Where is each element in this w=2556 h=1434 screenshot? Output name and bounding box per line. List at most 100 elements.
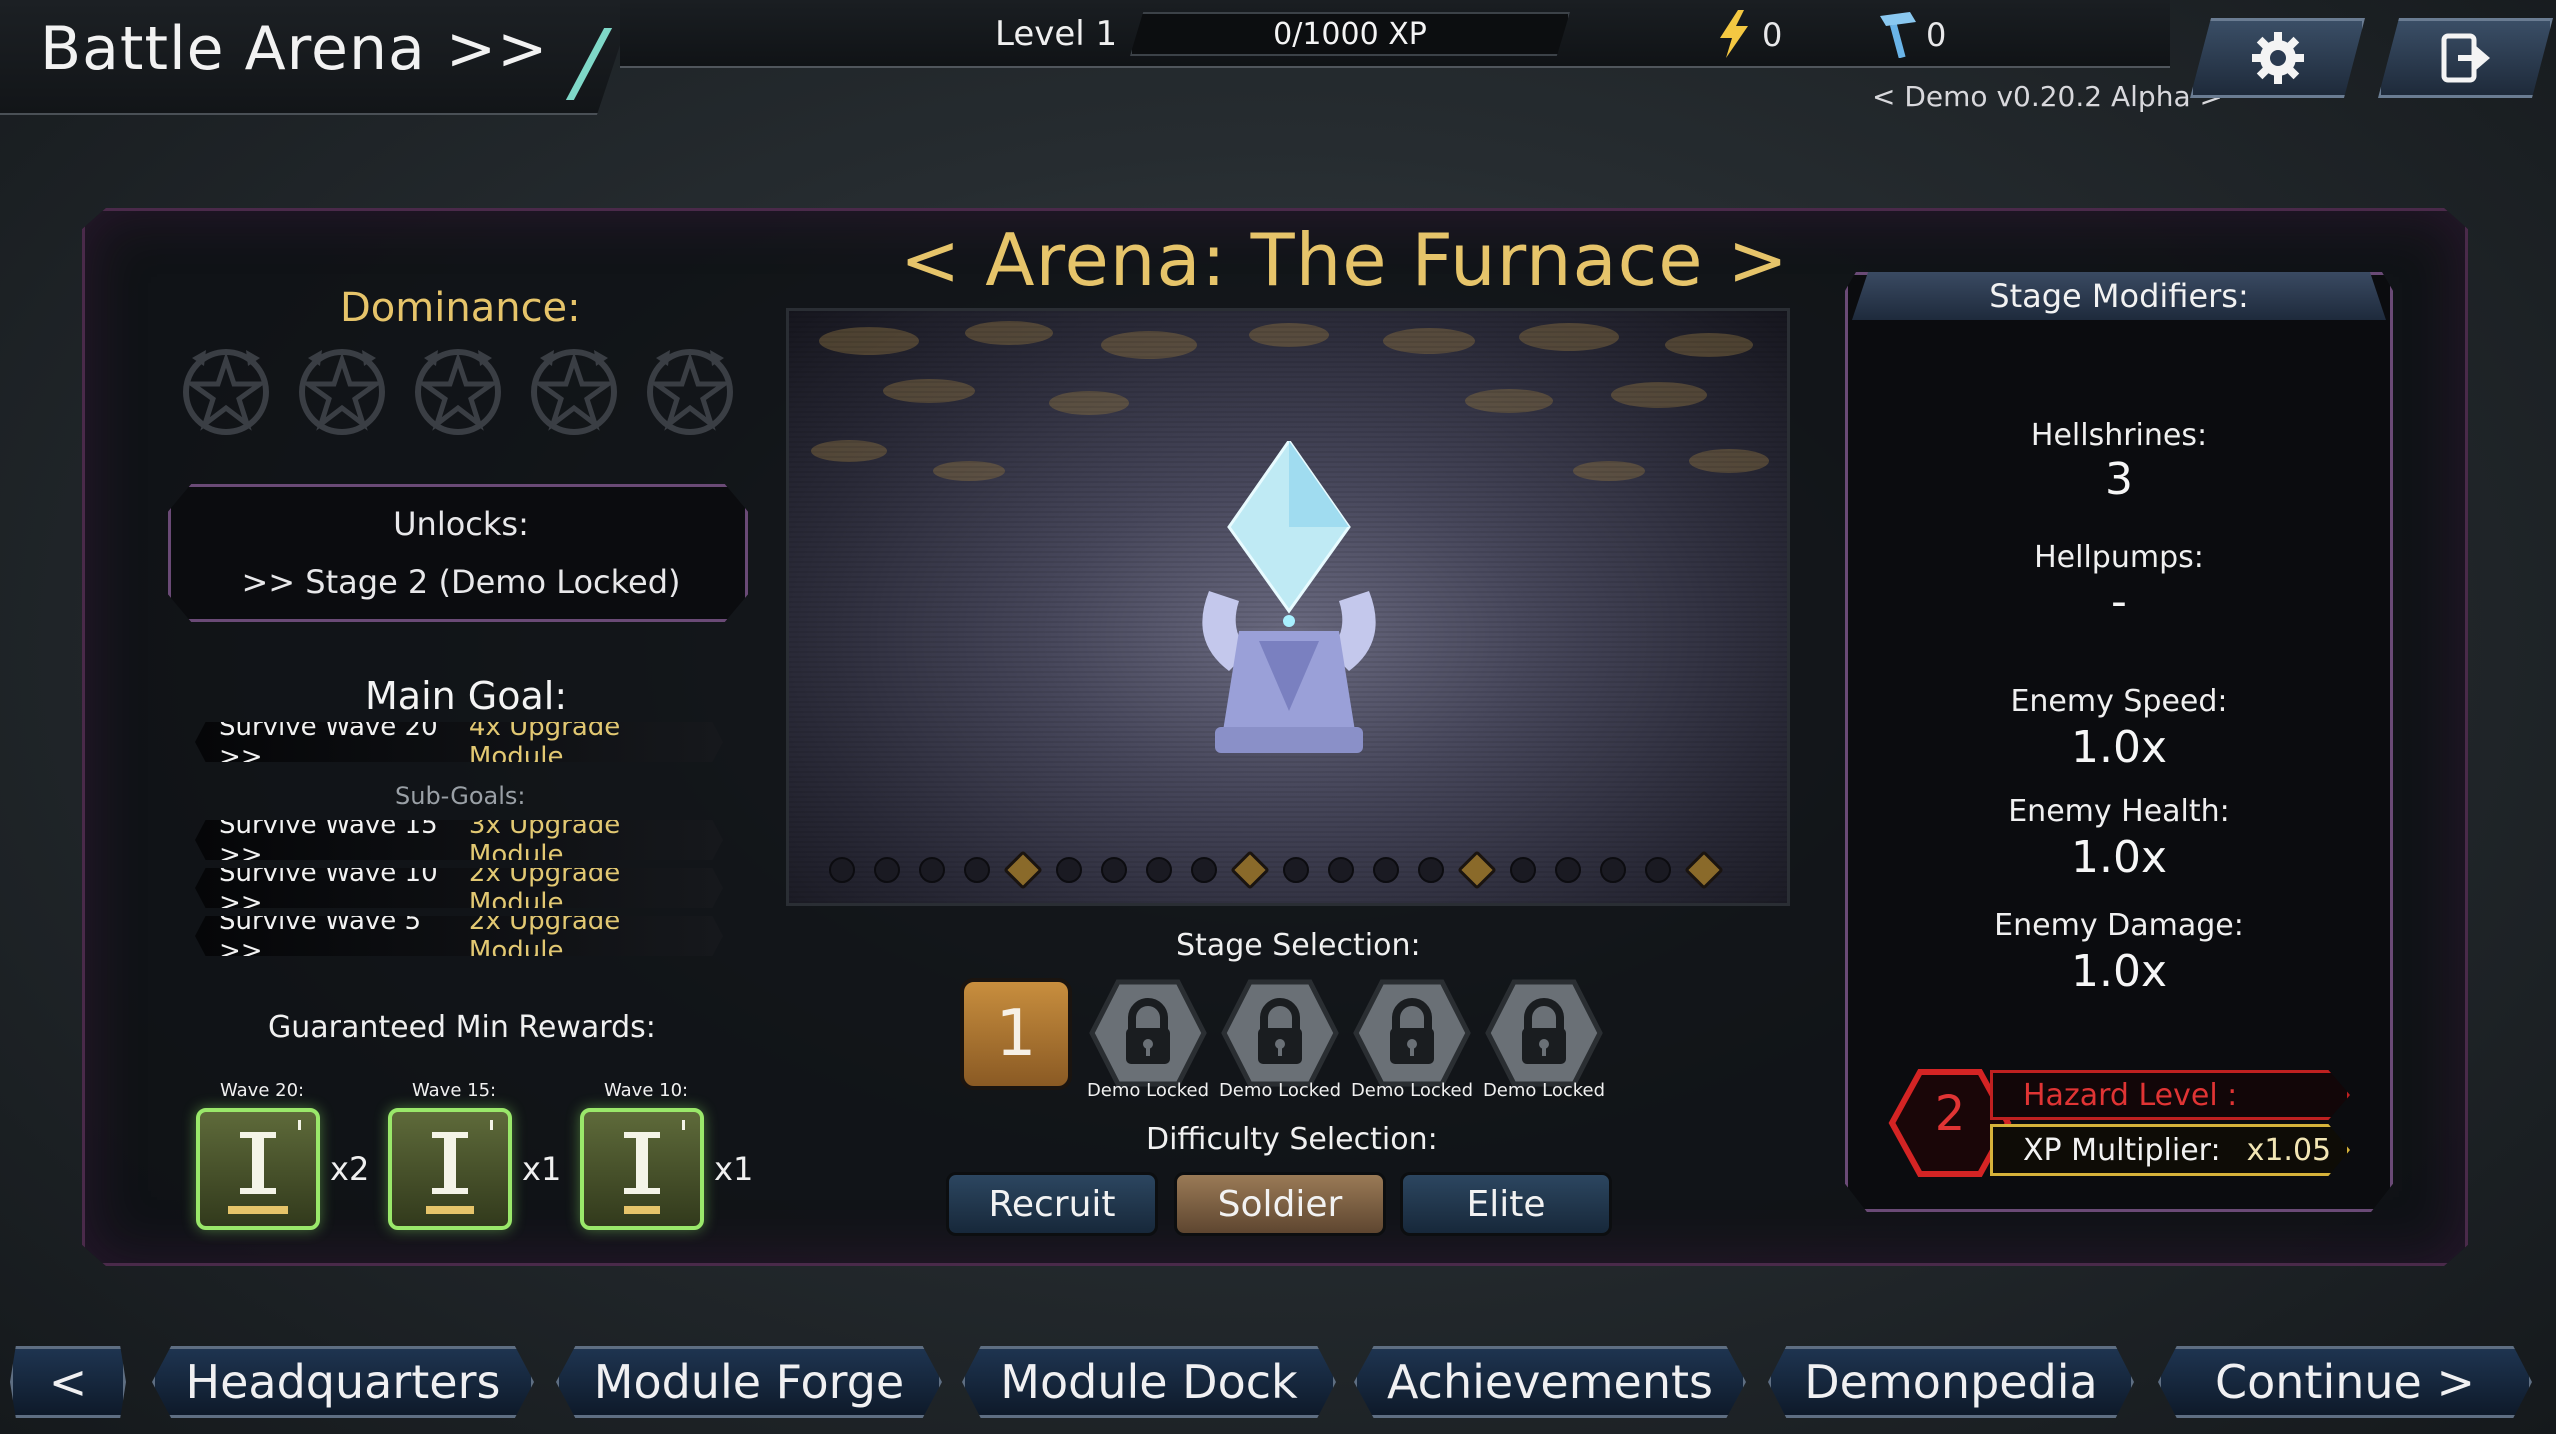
wave-dot: [964, 857, 990, 883]
back-button[interactable]: <: [10, 1346, 126, 1418]
level-label: Level 1: [995, 14, 1118, 54]
main-goal-label: Main Goal:: [365, 674, 568, 718]
wave-dot: [1555, 857, 1581, 883]
exit-button[interactable]: [2378, 18, 2553, 98]
stage-modifiers-title: Stage Modifiers:: [1852, 272, 2386, 320]
wave-dot: [1645, 857, 1671, 883]
nav-module-dock-button[interactable]: Module Dock: [962, 1346, 1336, 1418]
upgrade-module-card[interactable]: [388, 1108, 512, 1230]
enemy-speed-value: 1.0x: [2070, 722, 2167, 773]
difficulty-recruit-button[interactable]: Recruit: [946, 1172, 1158, 1236]
dominance-rating: [178, 342, 738, 438]
wave-milestone-marker: [1230, 850, 1270, 890]
gear-icon: [2251, 32, 2304, 84]
upgrade-module-icon: [426, 1120, 493, 1214]
locked-label: Demo Locked: [1086, 1080, 1210, 1101]
reward-item: Wave 20: x2: [196, 1080, 396, 1230]
wave-dot: [1056, 857, 1082, 883]
arena-preview: [786, 308, 1790, 906]
lightning-icon: [1720, 10, 1748, 58]
reward-item: Wave 15: x1: [388, 1080, 588, 1230]
dominance-star-icon: [183, 349, 269, 435]
dominance-star-icon: [531, 349, 617, 435]
reward-qty: x1: [522, 1150, 562, 1188]
reward-qty: x2: [330, 1150, 370, 1188]
wave-dot: [874, 857, 900, 883]
unlocks-item: >> Stage 2 (Demo Locked): [241, 563, 681, 601]
wave-dot: [1101, 857, 1127, 883]
unlocks-title: Unlocks:: [393, 505, 529, 543]
wave-dot: [829, 857, 855, 883]
nav-module-forge-button[interactable]: Module Forge: [556, 1346, 942, 1418]
unlocks-box: Unlocks: >> Stage 2 (Demo Locked): [168, 484, 748, 622]
wave-dot: [1328, 857, 1354, 883]
wave-dot: [1418, 857, 1444, 883]
exit-icon: [2441, 33, 2490, 83]
dominance-star-icon: [647, 349, 733, 435]
wave-dot: [919, 857, 945, 883]
settings-button[interactable]: [2190, 18, 2365, 98]
difficulty-selection-label: Difficulty Selection:: [1146, 1122, 1438, 1157]
hellshrines-label: Hellshrines:: [2030, 418, 2208, 453]
enemy-speed-label: Enemy Speed:: [2010, 684, 2228, 719]
dominance-star-icon: [415, 349, 501, 435]
reward-wave: Wave 20:: [220, 1080, 305, 1101]
energy-count: 0: [1762, 16, 1783, 54]
stage-locked-button[interactable]: Demo Locked: [1087, 978, 1209, 1118]
wave-dot: [1146, 857, 1172, 883]
upgrade-module-card[interactable]: [580, 1108, 704, 1230]
stage-1-button[interactable]: 1: [960, 978, 1072, 1090]
sub-goals-label: Sub-Goals:: [395, 782, 526, 810]
stage-locked-button[interactable]: Demo Locked: [1351, 978, 1473, 1118]
enemy-damage-value: 1.0x: [2070, 946, 2167, 997]
arena-title: < Arena: The Furnace >: [900, 218, 1789, 302]
xp-multiplier-value: x1.05: [2246, 1132, 2332, 1168]
locked-label: Demo Locked: [1218, 1080, 1342, 1101]
stage-locked-button[interactable]: Demo Locked: [1483, 978, 1605, 1118]
reward-wave: Wave 15:: [412, 1080, 497, 1101]
sub-goal-row: Survive Wave 5 >> 2x Upgrade Module: [195, 916, 723, 956]
nav-achievements-button[interactable]: Achievements: [1354, 1346, 1746, 1418]
stage-selection-label: Stage Selection:: [1176, 928, 1421, 963]
wave-dot: [1510, 857, 1536, 883]
upgrade-module-icon: [228, 1120, 301, 1214]
wave-dot: [1373, 857, 1399, 883]
hammer-count: 0: [1926, 16, 1947, 54]
reward-item: Wave 10: x1: [580, 1080, 780, 1230]
wave-milestone-marker: [1684, 850, 1724, 890]
xp-multiplier-bar: XP Multiplier: x1.05: [1990, 1124, 2350, 1176]
locked-label: Demo Locked: [1482, 1080, 1606, 1101]
reward-qty: x1: [714, 1150, 754, 1188]
enemy-health-label: Enemy Health:: [2008, 794, 2230, 829]
hellshrines-value: 3: [2105, 454, 2133, 505]
nav-headquarters-button[interactable]: Headquarters: [152, 1346, 534, 1418]
stage-locked-button[interactable]: Demo Locked: [1219, 978, 1341, 1118]
page-title: Battle Arena >>: [40, 14, 549, 84]
hammer-icon: [1880, 12, 1916, 58]
wave-dot: [1283, 857, 1309, 883]
wave-milestone-marker: [1003, 850, 1043, 890]
hazard-level-label: Hazard Level :: [2023, 1077, 2238, 1113]
enemy-health-value: 1.0x: [2070, 832, 2167, 883]
lock-icon: [1089, 979, 1207, 1087]
wave-milestone-marker: [1457, 850, 1497, 890]
wave-dot: [1600, 857, 1626, 883]
hellpumps-label: Hellpumps:: [2034, 540, 2204, 575]
dominance-star-icon: [299, 349, 385, 435]
nav-demonpedia-button[interactable]: Demonpedia: [1768, 1346, 2134, 1418]
wave-progress-track: [829, 850, 1724, 890]
difficulty-elite-button[interactable]: Elite: [1400, 1172, 1612, 1236]
upgrade-module-icon: [624, 1120, 685, 1214]
xp-multiplier-label: XP Multiplier:: [2023, 1132, 2221, 1168]
xp-bar: 0/1000 XP: [1130, 12, 1570, 56]
difficulty-soldier-button[interactable]: Soldier: [1174, 1172, 1386, 1236]
sub-goal-row: Survive Wave 10 >> 2x Upgrade Module: [195, 868, 723, 908]
lock-icon: [1485, 979, 1603, 1087]
reward-wave: Wave 10:: [604, 1080, 689, 1101]
xp-text: 0/1000 XP: [1273, 16, 1427, 52]
upgrade-module-card[interactable]: [196, 1108, 320, 1230]
lock-icon: [1221, 979, 1339, 1087]
locked-label: Demo Locked: [1350, 1080, 1474, 1101]
sub-goal-row: Survive Wave 15 >> 3x Upgrade Module: [195, 820, 723, 860]
continue-button[interactable]: Continue >: [2158, 1346, 2532, 1418]
